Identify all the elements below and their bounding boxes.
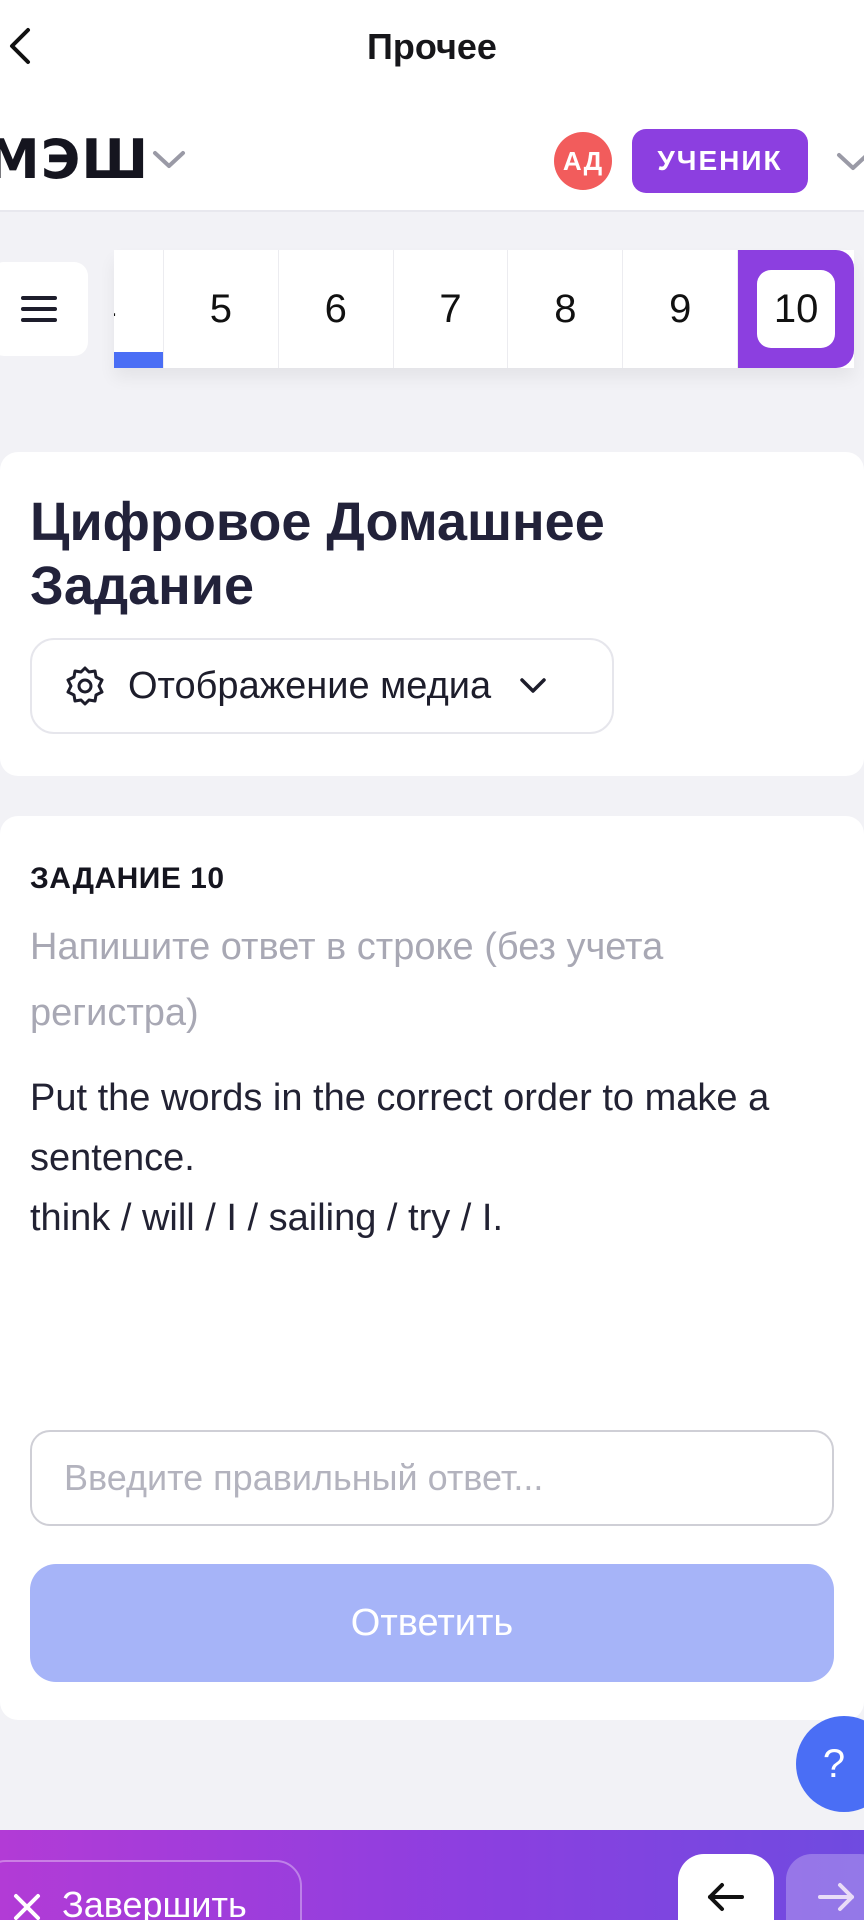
top-bar: Прочее xyxy=(0,0,864,96)
task-nav-item-5[interactable]: 5 xyxy=(164,250,279,368)
task-nav-label: 7 xyxy=(439,286,462,331)
help-button[interactable]: ? xyxy=(796,1716,864,1812)
task-question-words: think / will / I / sailing / try / I. xyxy=(30,1197,504,1239)
task-nav-label: 6 xyxy=(324,286,347,331)
task-question: Put the words in the correct order to ma… xyxy=(30,1068,840,1248)
media-display-dropdown[interactable]: Отображение медиа xyxy=(30,638,614,734)
task-nav-label: 10 xyxy=(773,286,819,331)
next-task-button[interactable] xyxy=(786,1854,864,1920)
previous-task-button[interactable] xyxy=(678,1854,774,1920)
gear-icon xyxy=(66,666,104,706)
finish-button[interactable]: Завершить xyxy=(0,1860,302,1920)
task-nav-item-9[interactable]: 9 xyxy=(623,250,739,368)
answer-input[interactable] xyxy=(30,1430,834,1526)
avatar[interactable]: АД xyxy=(554,132,612,190)
task-nav-label: 5 xyxy=(209,286,232,331)
chevron-down-icon xyxy=(520,678,546,693)
task-nav-item-7[interactable]: 7 xyxy=(394,250,509,368)
page-header-title: Прочее xyxy=(367,26,497,67)
close-icon xyxy=(14,1894,40,1920)
task-nav-item-4[interactable]: 4 xyxy=(114,250,164,368)
task-progress-indicator xyxy=(114,352,163,368)
chevron-down-icon[interactable] xyxy=(836,152,864,172)
bottom-bar: Завершить xyxy=(0,1830,864,1920)
finish-label: Завершить xyxy=(62,1884,247,1920)
hamburger-icon xyxy=(21,296,57,322)
question-mark-icon: ? xyxy=(822,1741,846,1786)
menu-button[interactable] xyxy=(0,262,88,356)
task-nav-active: 10 xyxy=(757,270,836,348)
task-nav-item-10[interactable]: 10 xyxy=(738,250,854,368)
task-number: ЗАДАНИЕ 10 xyxy=(30,862,225,895)
media-display-label: Отображение медиа xyxy=(128,664,492,707)
page-title: Цифровое Домашнее Задание xyxy=(30,492,605,616)
task-nav-item-8[interactable]: 8 xyxy=(508,250,624,368)
role-badge[interactable]: УЧЕНИК xyxy=(632,129,808,193)
arrow-right-icon xyxy=(818,1883,854,1911)
task-navigation: 4 5 6 7 8 9 10 xyxy=(114,250,854,368)
task-question-text: Put the words in the correct order to ma… xyxy=(30,1077,770,1179)
arrow-left-icon xyxy=(708,1883,744,1911)
chevron-down-icon[interactable] xyxy=(152,150,186,170)
task-nav-label: 8 xyxy=(554,286,577,331)
task-nav-item-6[interactable]: 6 xyxy=(279,250,394,368)
task-instruction: Напишите ответ в строке (без учета регис… xyxy=(30,926,664,1034)
task-nav-label: 9 xyxy=(669,286,692,331)
submit-answer-button[interactable]: Ответить xyxy=(30,1564,834,1682)
brand-logo[interactable]: МЭШ xyxy=(0,128,149,191)
task-nav-label: 4 xyxy=(114,287,116,332)
